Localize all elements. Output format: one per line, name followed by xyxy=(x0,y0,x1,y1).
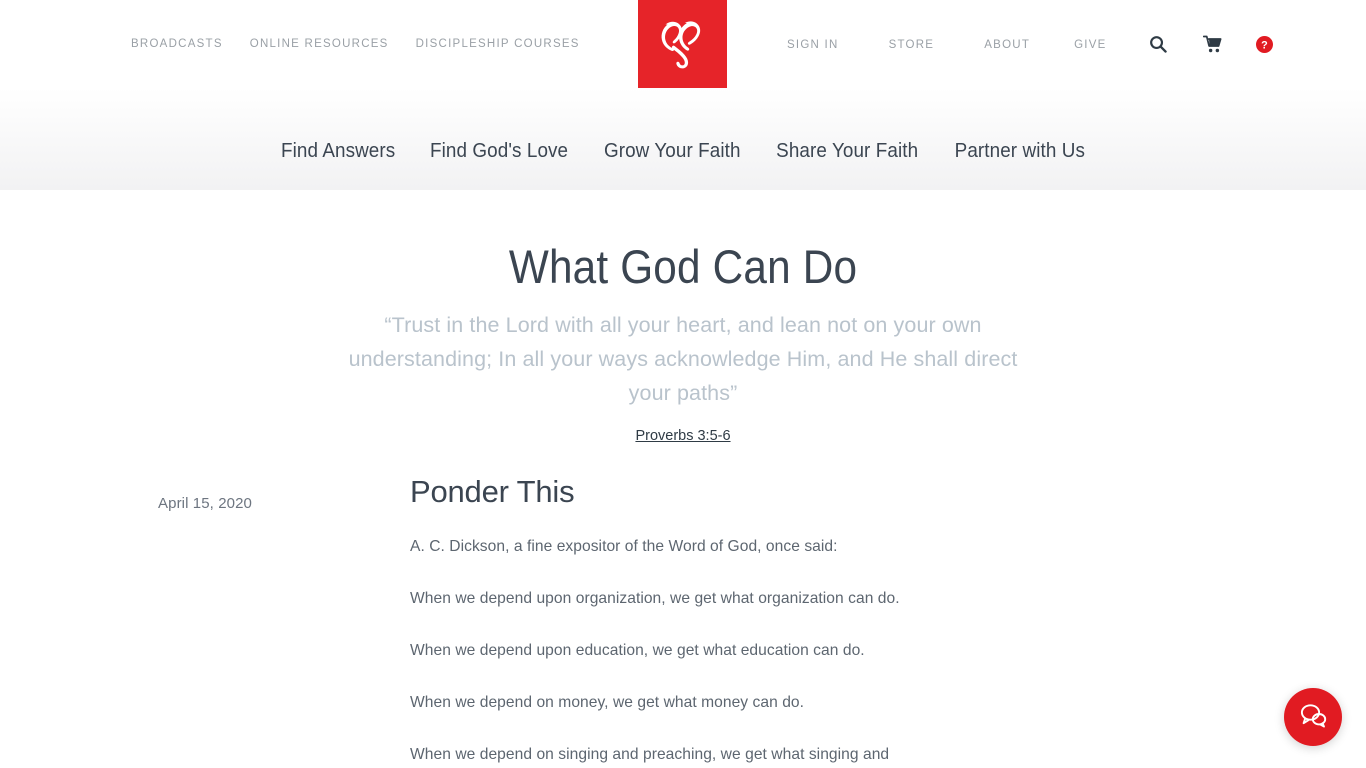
nav-online-resources[interactable]: ONLINE RESOURCES xyxy=(250,37,389,51)
nav-broadcasts[interactable]: BROADCASTS xyxy=(131,37,223,51)
section-heading: Ponder This xyxy=(410,474,575,510)
article-body-wrap: April 15, 2020 Ponder This A. C. Dickson… xyxy=(0,473,1366,768)
subnav-share-your-faith[interactable]: Share Your Faith xyxy=(766,139,930,163)
nav-about[interactable]: ABOUT xyxy=(984,38,1030,52)
subnav-find-answers[interactable]: Find Answers xyxy=(269,139,405,163)
help-circle-icon[interactable]: ? xyxy=(1255,35,1273,53)
site-header: BROADCASTS ONLINE RESOURCES DISCIPLESHIP… xyxy=(0,0,1366,88)
article-paragraph: When we depend on money, we get what mon… xyxy=(410,694,805,712)
shopping-cart-icon[interactable] xyxy=(1202,35,1223,53)
publish-date: April 15, 2020 xyxy=(158,495,252,513)
scripture-reference-link[interactable]: Proverbs 3:5-6 xyxy=(635,428,730,444)
header-nav-row: BROADCASTS ONLINE RESOURCES DISCIPLESHIP… xyxy=(0,0,1366,88)
primary-navigation: BROADCASTS ONLINE RESOURCES DISCIPLESHIP… xyxy=(131,37,580,51)
nav-sign-in[interactable]: SIGN IN xyxy=(787,38,839,52)
utility-navigation: SIGN IN STORE ABOUT GIVE ? xyxy=(787,35,1273,53)
brush-heart-logo-icon xyxy=(652,15,714,73)
nav-give[interactable]: GIVE xyxy=(1074,38,1106,52)
secondary-nav-band: Find Answers Find God's Love Grow Your F… xyxy=(0,88,1366,190)
article-paragraph: When we depend upon education, we get wh… xyxy=(410,642,865,660)
article-paragraph: When we depend on singing and preaching,… xyxy=(410,746,890,764)
search-icon[interactable] xyxy=(1149,35,1167,53)
nav-discipleship-courses[interactable]: DISCIPLESHIP COURSES xyxy=(416,37,580,51)
svg-text:?: ? xyxy=(1261,39,1268,51)
chat-launcher-button[interactable] xyxy=(1284,688,1342,746)
chat-bubbles-icon xyxy=(1298,701,1328,734)
article-content: Ponder This A. C. Dickson, a fine exposi… xyxy=(410,473,970,768)
subnav-grow-your-faith[interactable]: Grow Your Faith xyxy=(593,139,752,163)
subnav-find-gods-love[interactable]: Find God's Love xyxy=(419,139,579,163)
page-title: What God Can Do xyxy=(508,240,858,293)
article-paragraph: A. C. Dickson, a fine expositor of the W… xyxy=(410,538,838,556)
site-logo[interactable] xyxy=(638,0,727,88)
scripture-verse: “Trust in the Lord with all your heart, … xyxy=(348,313,1018,406)
article-hero: What God Can Do “Trust in the Lord with … xyxy=(0,190,1366,445)
nav-store[interactable]: STORE xyxy=(889,38,935,52)
article-meta-column: April 15, 2020 xyxy=(0,473,410,768)
secondary-navigation: Find Answers Find God's Love Grow Your F… xyxy=(264,139,1103,163)
subnav-partner-with-us[interactable]: Partner with Us xyxy=(943,139,1095,163)
article-paragraph: When we depend upon organization, we get… xyxy=(410,590,900,608)
